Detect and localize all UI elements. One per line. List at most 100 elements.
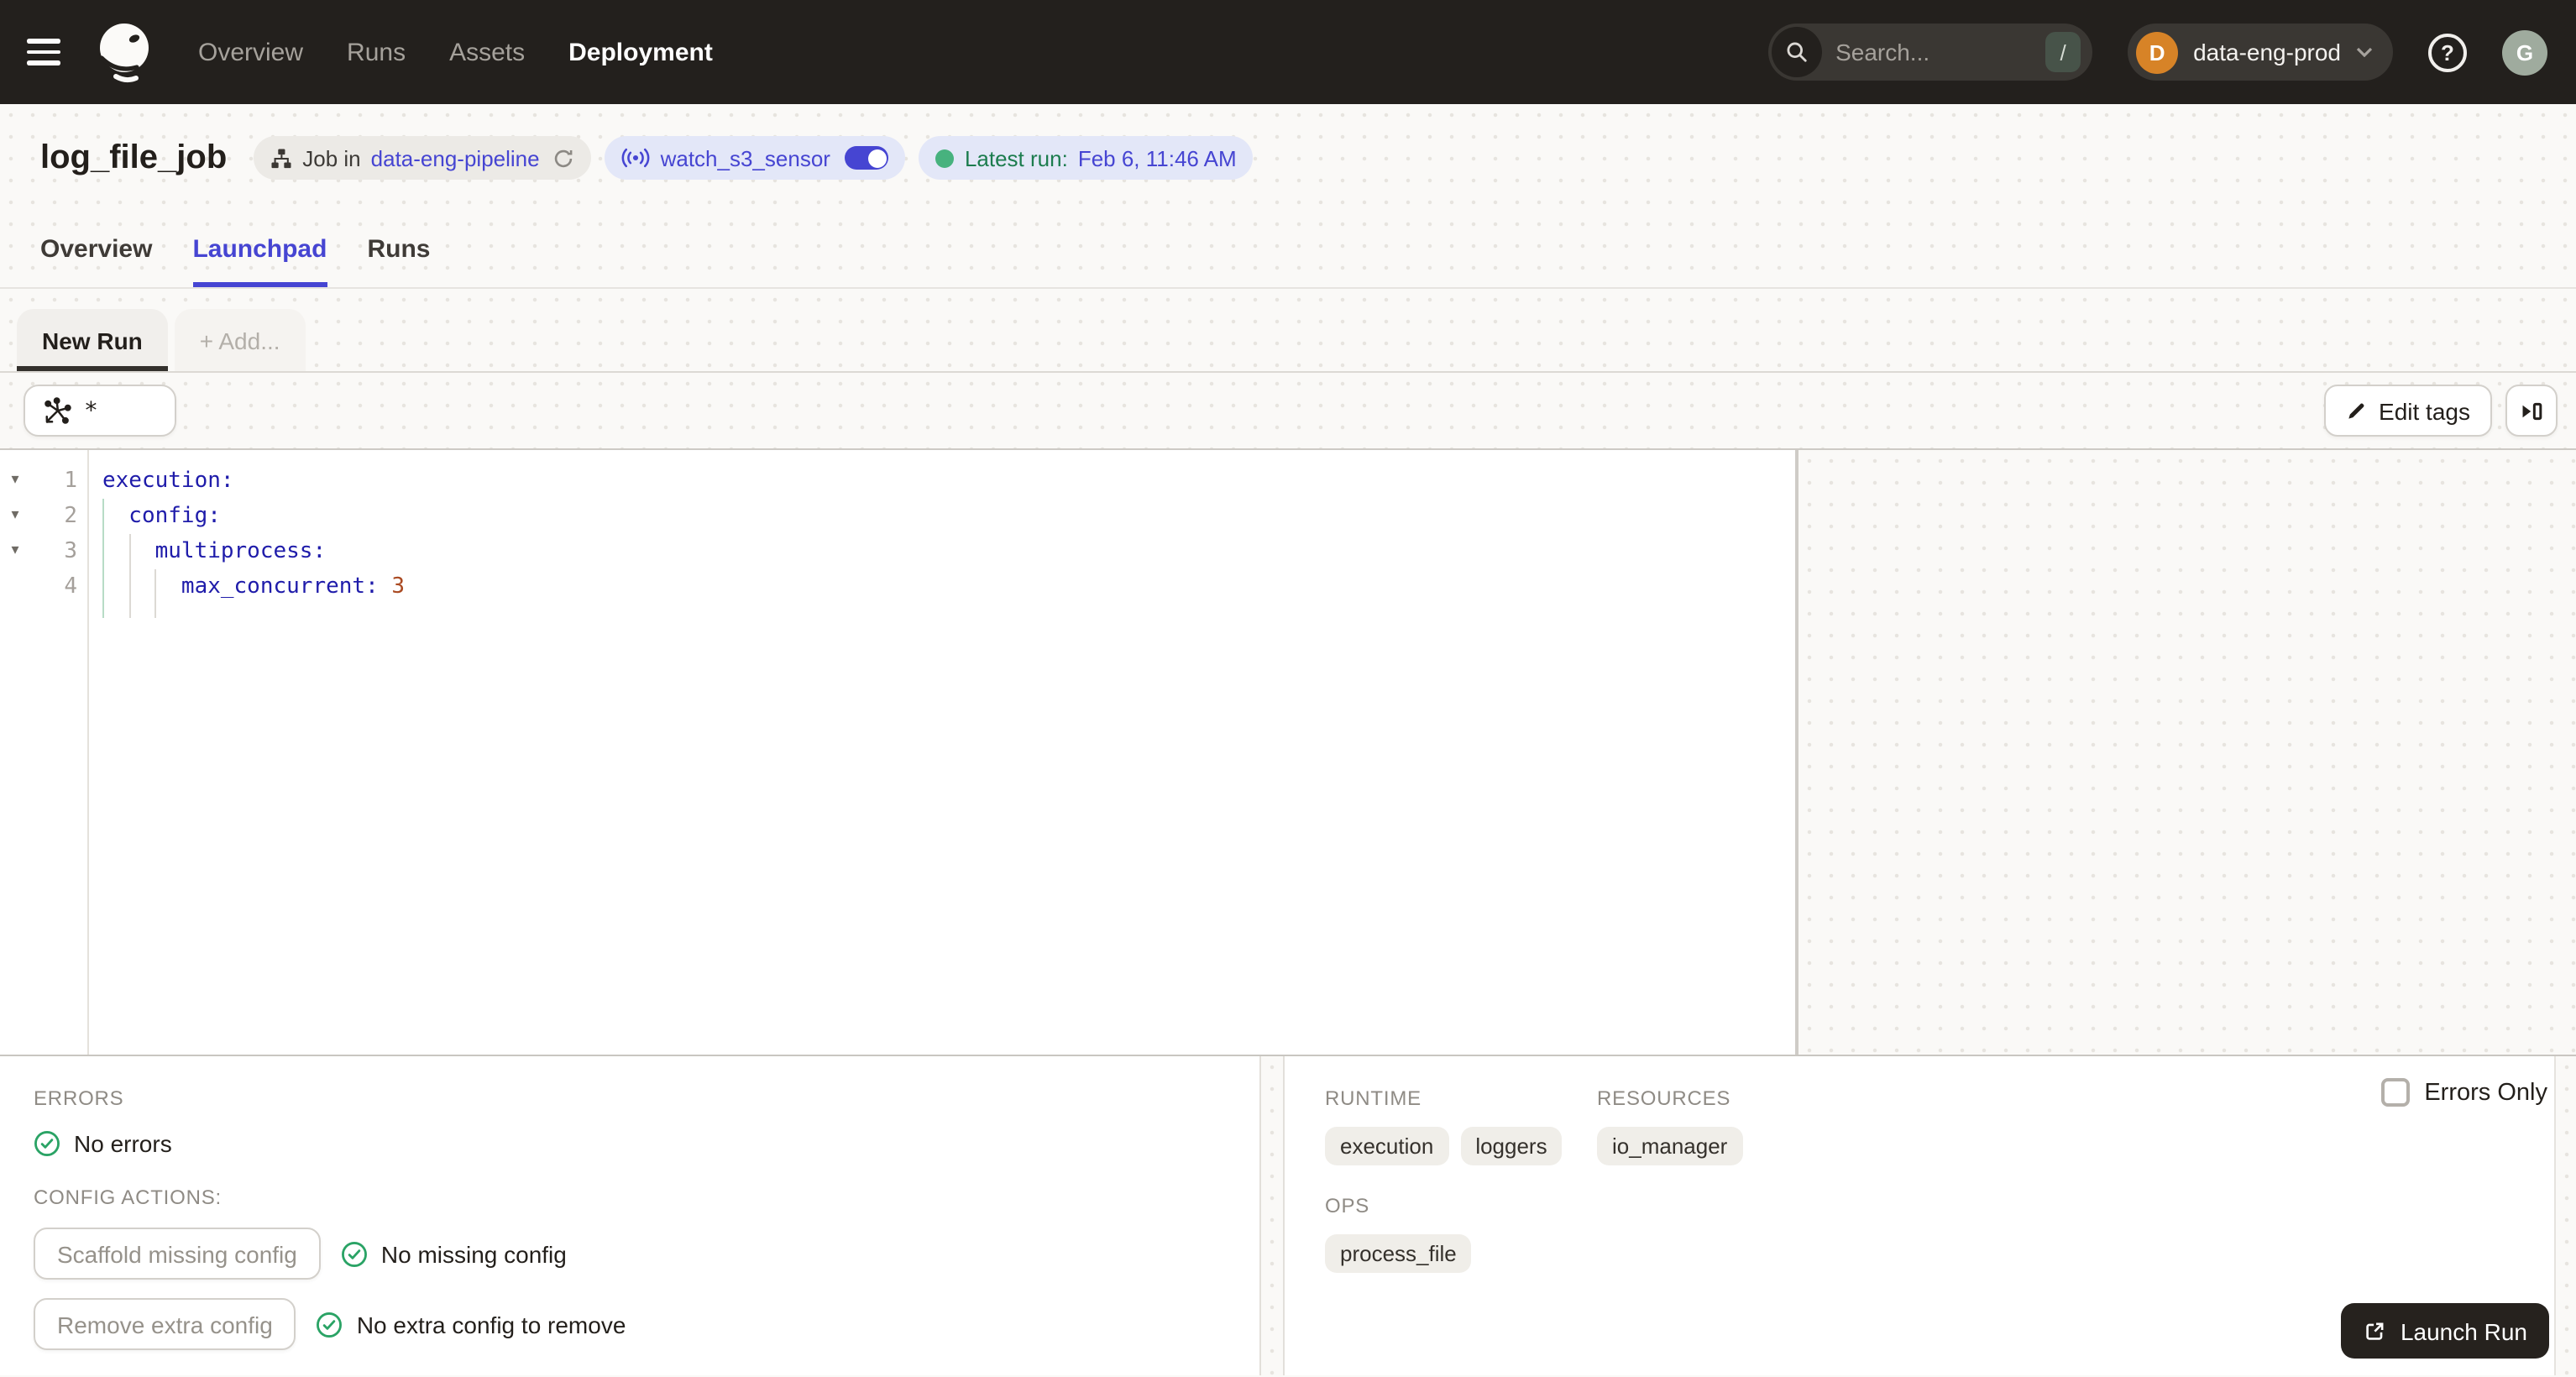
deployment-switcher[interactable]: D data-eng-prod xyxy=(2128,24,2393,81)
line-number: 4 xyxy=(64,574,77,599)
sensor-link[interactable]: watch_s3_sensor xyxy=(661,145,830,170)
check-circle-icon xyxy=(341,1240,368,1267)
runtime-tags: execution loggers xyxy=(1325,1127,1597,1165)
job-pill-prefix: Job in xyxy=(302,145,361,170)
config-sections-panel: Errors Only RUNTIME execution loggers OP… xyxy=(1285,1056,2576,1375)
scaffold-status: No missing config xyxy=(341,1240,567,1267)
remove-status: No extra config to remove xyxy=(317,1311,626,1338)
run-status-dot xyxy=(935,149,955,167)
gutter-divider xyxy=(87,450,89,1055)
config-section-tag[interactable]: loggers xyxy=(1460,1127,1563,1165)
latest-run-pill: Latest run: Feb 6, 11:46 AM xyxy=(919,136,1254,180)
expand-panel-icon xyxy=(2519,399,2544,422)
line-number: 2 xyxy=(64,504,77,529)
config-editor[interactable]: ▾ 1 execution: ▾ 2 config: ▾ 3 multiproc… xyxy=(0,450,1798,1055)
nav-item-runs[interactable]: Runs xyxy=(347,38,406,66)
resources-column: RESOURCES io_manager xyxy=(1597,1086,1743,1273)
help-icon[interactable]: ? xyxy=(2428,33,2467,71)
add-tab-label: + Add... xyxy=(199,327,280,353)
errors-panel: ERRORS No errors CONFIG ACTIONS: Scaffol… xyxy=(0,1056,1259,1375)
search-input-wrapper[interactable]: / xyxy=(1768,24,2093,81)
pencil-icon xyxy=(2345,400,2367,421)
job-tabs: Overview Launchpad Runs xyxy=(0,212,2576,289)
launchpad-config-tabs: New Run + Add... xyxy=(0,289,2576,373)
main-nav: Overview Runs Assets Deployment xyxy=(198,38,713,66)
code-text: multiprocess: xyxy=(102,539,327,564)
scaffold-missing-config-button[interactable]: Scaffold missing config xyxy=(34,1228,321,1280)
reload-icon[interactable] xyxy=(553,147,575,169)
no-errors-status: No errors xyxy=(34,1130,1226,1157)
deployment-avatar: D xyxy=(2136,31,2179,73)
tab-launchpad[interactable]: Launchpad xyxy=(192,212,327,287)
code-text: execution: xyxy=(102,469,234,494)
fold-arrow-icon[interactable]: ▾ xyxy=(0,499,30,534)
scaffold-status-text: No missing config xyxy=(380,1240,567,1267)
fold-arrow-icon[interactable]: ▾ xyxy=(0,463,30,499)
config-section-tag[interactable]: process_file xyxy=(1325,1234,1472,1273)
check-circle-icon xyxy=(34,1130,60,1157)
code-text: config: xyxy=(102,504,221,529)
remove-extra-config-button[interactable]: Remove extra config xyxy=(34,1298,296,1350)
config-tab-label: New Run xyxy=(42,327,143,353)
sensor-toggle[interactable] xyxy=(845,146,889,170)
editor-region: ▾ 1 execution: ▾ 2 config: ▾ 3 multiproc… xyxy=(0,450,2576,1056)
latest-run-link[interactable]: Feb 6, 11:46 AM xyxy=(1078,145,1237,170)
tab-overview[interactable]: Overview xyxy=(40,212,152,287)
expand-panel-button[interactable] xyxy=(2505,385,2558,437)
title-row: log_file_job Job in data-eng-pipeline wa… xyxy=(0,104,2576,212)
scaffold-config-row: Scaffold missing config No missing confi… xyxy=(34,1228,1226,1280)
code-line: ▾ 2 config: xyxy=(0,499,1795,534)
dagster-logo-icon[interactable] xyxy=(91,18,158,86)
resources-tags: io_manager xyxy=(1597,1127,1743,1165)
deployment-name: data-eng-prod xyxy=(2193,39,2341,65)
indent-guide xyxy=(154,569,156,618)
nav-item-assets[interactable]: Assets xyxy=(449,38,525,66)
config-section-tag[interactable]: execution xyxy=(1325,1127,1449,1165)
edit-tags-button[interactable]: Edit tags xyxy=(2323,385,2492,437)
config-section-tag[interactable]: io_manager xyxy=(1597,1127,1743,1165)
scrollbar-gutter[interactable] xyxy=(2554,1056,2576,1375)
user-avatar[interactable]: G xyxy=(2502,29,2547,75)
repo-link[interactable]: data-eng-pipeline xyxy=(371,145,540,170)
config-tab-new-run[interactable]: New Run xyxy=(17,309,168,371)
line-number: 3 xyxy=(64,539,77,564)
remove-config-row: Remove extra config No extra config to r… xyxy=(34,1298,1226,1350)
right-panel-collapsed xyxy=(1798,450,2576,1055)
errors-section-label: ERRORS xyxy=(34,1086,124,1110)
code-text: max_concurrent: 3 xyxy=(102,574,406,599)
toolbar-right: Edit tags xyxy=(2323,385,2558,437)
runtime-column: RUNTIME execution loggers OPS process_fi… xyxy=(1325,1086,1597,1273)
config-columns: RUNTIME execution loggers OPS process_fi… xyxy=(1325,1086,2576,1273)
bottom-panels: ERRORS No errors CONFIG ACTIONS: Scaffol… xyxy=(0,1056,2576,1375)
indent-guide xyxy=(102,499,104,618)
check-circle-icon xyxy=(317,1311,343,1338)
workflow-icon xyxy=(270,147,292,169)
tab-runs[interactable]: Runs xyxy=(367,212,430,287)
hamburger-menu-icon[interactable] xyxy=(27,30,71,74)
launch-run-button[interactable]: Launch Run xyxy=(2341,1303,2549,1359)
nav-item-overview[interactable]: Overview xyxy=(198,38,303,66)
fold-arrow-icon[interactable]: ▾ xyxy=(0,534,30,569)
fold-arrow-icon[interactable] xyxy=(0,569,30,605)
line-number: 1 xyxy=(64,469,77,494)
errors-only-toggle[interactable]: Errors Only xyxy=(2380,1078,2547,1107)
sensor-icon xyxy=(622,148,651,168)
panel-resize-handle[interactable] xyxy=(1259,1056,1285,1375)
errors-only-label: Errors Only xyxy=(2424,1079,2547,1106)
launch-icon xyxy=(2364,1319,2387,1343)
search-input[interactable] xyxy=(1835,39,2033,65)
config-actions-label: CONFIG ACTIONS: xyxy=(34,1186,223,1209)
ops-section-label: OPS xyxy=(1325,1194,1370,1217)
errors-only-checkbox[interactable] xyxy=(2380,1078,2410,1107)
indent-guide xyxy=(129,534,131,618)
op-selector-input[interactable]: * xyxy=(24,385,176,437)
launch-run-label: Launch Run xyxy=(2400,1317,2527,1344)
resources-section-label: RESOURCES xyxy=(1597,1086,1731,1110)
config-tab-add[interactable]: + Add... xyxy=(174,309,306,371)
job-location-pill: Job in data-eng-pipeline xyxy=(254,136,592,180)
code-line: 4 max_concurrent: 3 xyxy=(0,569,1795,605)
code-line: ▾ 3 multiprocess: xyxy=(0,534,1795,569)
code-line: ▾ 1 execution: xyxy=(0,463,1795,499)
edit-tags-label: Edit tags xyxy=(2379,397,2470,424)
nav-item-deployment[interactable]: Deployment xyxy=(568,38,713,66)
